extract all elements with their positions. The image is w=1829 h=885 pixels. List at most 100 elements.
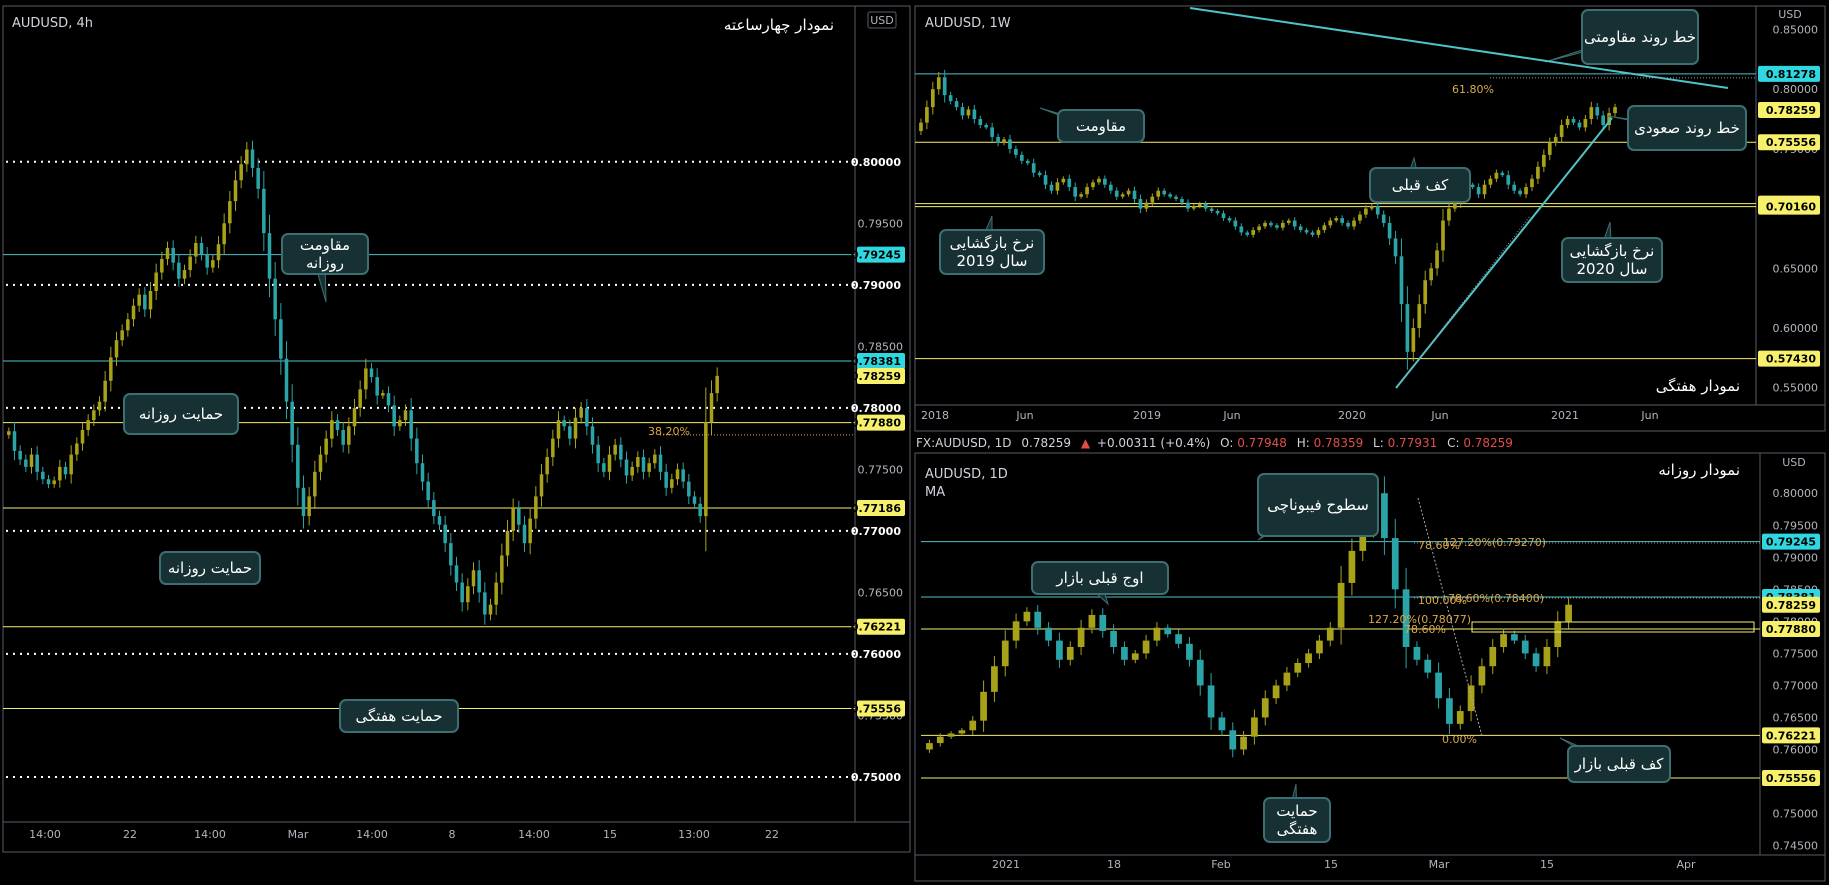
d1-annotation-text-0-0: سطوح فیبوناچی [1267,496,1369,514]
d1-price-tick-5: 0.77500 [1773,647,1819,660]
d1-annotation-0[interactable]: سطوح فیبوناچی [1257,473,1379,541]
w1-price-badge-label-1: 0.78259 [1766,104,1816,117]
w1-symbol-label: AUDUSD, 1W [925,16,1011,31]
d1-price-tick-7: 0.76500 [1773,711,1819,724]
h4-price-badge-label-10: 0.76000 [851,648,901,661]
h4-annotation-1[interactable]: حمایت روزانه [123,393,239,435]
h4-price-badge-label-9: 0.76221 [851,621,901,634]
h4-annotation-text-1-0: حمایت روزانه [139,405,223,423]
w1-annotation-text-4-0: نرخ بازگشایی [950,234,1035,252]
d1-time-tick-6: Apr [1676,858,1696,871]
quote-change: +0.00311 (+0.4%) [1097,436,1210,450]
h4-price-tick-1: 0.79500 [858,217,904,230]
d1-time-tick-4: Mar [1429,858,1450,871]
quote-up-arrow-icon: ▲ [1081,436,1091,450]
d1-indicator-label[interactable]: MA [925,485,945,500]
h4-time-tick-0: 14:00 [29,828,61,841]
w1-annotation-text-1-0: مقاومت [1076,117,1126,135]
h4-annotation-text-0-1: روزانه [306,254,344,272]
d1-time-tick-1: 18 [1107,858,1121,871]
chart-workspace: 0.80000 0.79500 0.79000 0.78500 0.78000 0.775… [2,5,1826,882]
h4-price-tick-7: 0.76500 [858,586,904,599]
h4-price-badge-label-7: 0.77186 [851,502,901,515]
d1-price-tick-1: 0.79500 [1773,519,1819,532]
w1-time-tick-1: Jun [1015,409,1033,422]
h4-currency: USD [870,14,894,27]
h4-time-tick-4: 14:00 [356,828,388,841]
h4-price-tick-5: 0.77500 [858,463,904,476]
h4-annotation-text-2-0: حمایت روزانه [168,559,252,577]
w1-currency: USD [1778,8,1802,21]
h4-time-tick-2: 14:00 [194,828,226,841]
d1-price-tick-0: 0.80000 [1773,487,1819,500]
d1-price-badge-label-5: 0.75556 [1766,772,1816,785]
w1-price-badge-label-0: 0.81278 [1766,68,1816,81]
quote-symbol: FX:AUDUSD, 1D [916,436,1012,450]
h4-annotation-2[interactable]: حمایت روزانه [159,551,261,585]
d1-price-badge-label-3: 0.77880 [1766,623,1816,636]
d1-title: نمودار روزانه [1658,461,1740,479]
h4-symbol-label: AUDUSD, 4h [12,16,93,31]
d1-time-tick-5: 15 [1540,858,1554,871]
h4-time-tick-6: 14:00 [518,828,550,841]
h4-price-badge-label-5: 0.78000 [851,402,901,415]
h4-fib-label-0: 38.20% [648,425,690,438]
w1-price-badge-label-5: 0.57430 [1766,353,1816,366]
d1-price-tick-11: 0.74500 [1773,840,1819,853]
w1-fib-label-0: 61.80% [1452,83,1494,96]
d1-price-badge-label-4: 0.76221 [1766,729,1816,742]
d1-annotation-text-3-0: حمایت [1276,802,1317,820]
w1-time-tick-0: 2018 [921,409,949,422]
d1-currency: USD [1782,456,1806,469]
quote-high-label: H: [1297,436,1310,450]
quote-last: 0.78259 [1021,436,1071,450]
w1-annotation-text-5-1: سال 2020 [1577,260,1648,278]
h4-time-tick-7: 15 [603,828,617,841]
h4-annotation-text-3-0: حمایت هفتگی [356,707,443,725]
w1-annotation-text-2-0: خط روند صعودی [1634,119,1740,137]
w1-price-tick-0: 0.85000 [1773,23,1819,36]
h4-price-badge-label-1: 0.79245 [851,249,901,262]
d1-price-badge-label-0: 0.79245 [1766,536,1816,549]
h4-time-tick-3: Mar [288,828,309,841]
h4-title: نمودار چهارساعته [724,16,834,34]
w1-time-tick-3: Jun [1222,409,1240,422]
quote-open-label: O: [1220,436,1233,450]
d1-symbol-label: AUDUSD, 1D [925,467,1008,482]
w1-price-tick-5: 0.60000 [1773,322,1819,335]
h4-price-badge-label-0: 0.80000 [851,156,901,169]
d1-annotation-text-1-0: اوج قبلی بازار [1055,569,1143,588]
h4-price-badge-label-3: 0.78381 [851,355,901,368]
h4-price-badge-label-12: 0.75000 [851,771,901,784]
w1-annotation-2[interactable]: خط روند صعودی [1607,105,1747,151]
w1-annotation-text-5-0: نرخ بازگشایی [1570,242,1655,260]
w1-price-tick-6: 0.55000 [1773,382,1819,395]
w1-time-tick-7: Jun [1640,409,1658,422]
h4-time-tick-8: 13:00 [678,828,710,841]
h4-annotation-3[interactable]: حمایت هفتگی [339,699,459,733]
w1-price-badge-label-2: 0.75556 [1766,136,1816,149]
w1-annotation-text-4-1: سال 2019 [957,252,1028,270]
w1-price-tick-1: 0.80000 [1773,83,1819,96]
w1-annotation-text-3-0: کف قبلی [1392,176,1449,194]
d1-price-tick-10: 0.75000 [1773,808,1819,821]
d1-price-tick-6: 0.77000 [1773,679,1819,692]
quote-close: 0.78259 [1463,436,1513,450]
w1-price-tick-4: 0.65000 [1773,262,1819,275]
h4-time-tick-9: 22 [765,828,779,841]
w1-time-tick-4: 2020 [1338,409,1366,422]
h4-time-tick-5: 8 [449,828,456,841]
d1-annotation-text-2-0: کف قبلی بازار [1574,755,1665,773]
w1-price-badge-label-4: 0.70160 [1766,201,1816,214]
h4-price-badge-label-6: 0.77880 [851,417,901,430]
h4-annotation-text-0-0: مقاومت [300,236,350,254]
d1-price-tick-8: 0.76000 [1773,743,1819,756]
h4-price-badge-label-11: 0.75556 [851,703,901,716]
w1-time-tick-2: 2019 [1133,409,1161,422]
quote-bar: FX:AUDUSD, 1D 0.78259 ▲ +0.00311 (+0.4%)… [916,436,1513,450]
h4-price-badge-label-2: 0.79000 [851,279,901,292]
quote-open: 0.77948 [1237,436,1287,450]
d1-fib-label-5: 78.60% [1404,623,1446,636]
d1-price-tick-2: 0.79000 [1773,551,1819,564]
d1-time-tick-0: 2021 [992,858,1020,871]
